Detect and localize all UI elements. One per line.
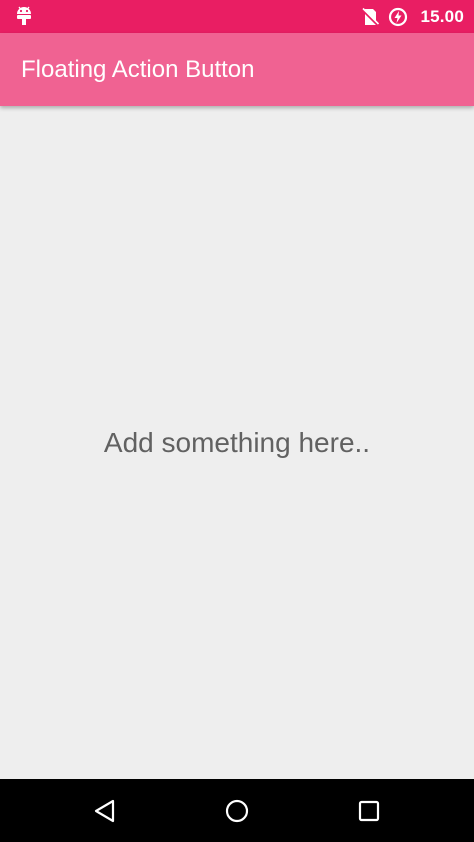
status-bar: 15.00 (0, 0, 474, 33)
back-icon[interactable] (90, 796, 120, 826)
placeholder-text: Add something here.. (103, 427, 371, 458)
app-title: Floating Action Button (21, 56, 255, 83)
recents-icon[interactable] (354, 796, 384, 826)
status-icons: 15.00 (360, 0, 464, 33)
navigation-bar (0, 779, 474, 842)
battery-charging-icon (388, 7, 408, 27)
android-debug-icon (14, 5, 34, 27)
phone-screen: 15.00 Floating Action Button Add somethi… (0, 0, 474, 842)
no-sim-icon (360, 7, 380, 27)
status-time: 15.00 (420, 6, 464, 26)
home-icon[interactable] (222, 796, 252, 826)
app-bar: Floating Action Button (0, 33, 474, 106)
main-content: Add something here.. (0, 106, 474, 779)
